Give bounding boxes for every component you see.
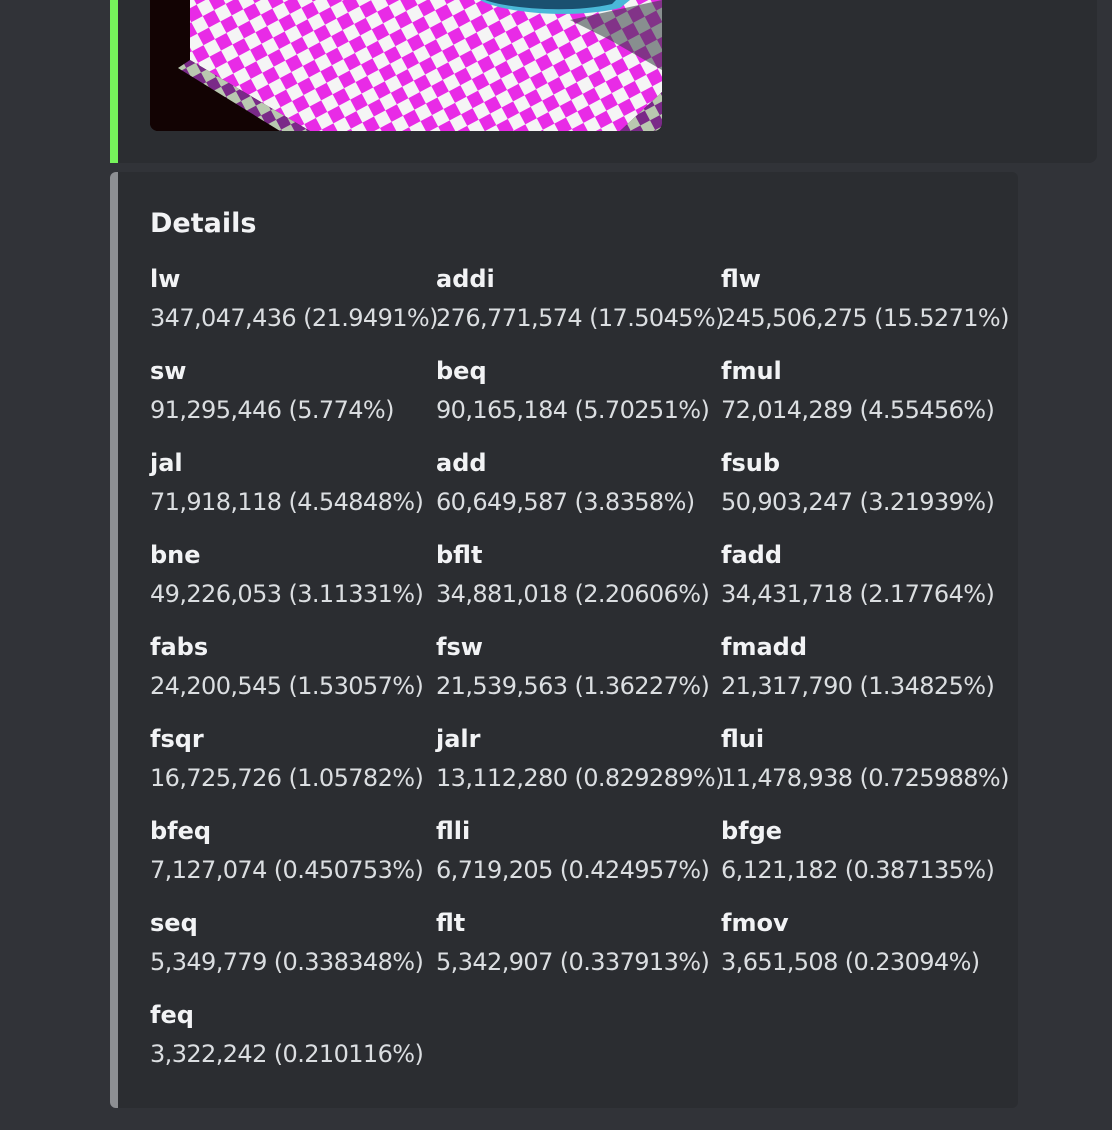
field-lw: lw 347,047,436 (21.9491%) bbox=[150, 264, 438, 333]
field-bfeq: bfeq 7,127,074 (0.450753%) bbox=[150, 816, 435, 885]
field-bne: bne 49,226,053 (3.11331%) bbox=[150, 540, 435, 609]
field-name: feq bbox=[150, 1001, 194, 1029]
field-value: 5,349,779 (0.338348%) bbox=[150, 948, 424, 976]
field-value: 72,014,289 (4.55456%) bbox=[721, 396, 995, 424]
field-value: 3,651,508 (0.23094%) bbox=[721, 948, 980, 976]
field-value: 21,539,563 (1.36227%) bbox=[436, 672, 710, 700]
field-value: 13,112,280 (0.829289%) bbox=[436, 764, 724, 792]
field-feq: feq 3,322,242 (0.210116%) bbox=[150, 1000, 435, 1069]
field-name: add bbox=[436, 449, 487, 477]
field-flui: flui 11,478,938 (0.725988%) bbox=[721, 724, 1009, 793]
field-value: 6,121,182 (0.387135%) bbox=[721, 856, 995, 884]
field-name: jal bbox=[150, 449, 183, 477]
field-value: 5,342,907 (0.337913%) bbox=[436, 948, 710, 976]
field-fadd: fadd 34,431,718 (2.17764%) bbox=[721, 540, 1006, 609]
field-addi: addi 276,771,574 (17.5045%) bbox=[436, 264, 724, 333]
field-flli: flli 6,719,205 (0.424957%) bbox=[436, 816, 721, 885]
field-beq: beq 90,165,184 (5.70251%) bbox=[436, 356, 721, 425]
field-flt: flt 5,342,907 (0.337913%) bbox=[436, 908, 721, 977]
field-value: 91,295,446 (5.774%) bbox=[150, 396, 394, 424]
field-name: flt bbox=[436, 909, 466, 937]
field-fmov: fmov 3,651,508 (0.23094%) bbox=[721, 908, 1006, 977]
field-value: 34,881,018 (2.20606%) bbox=[436, 580, 710, 608]
field-name: fsqr bbox=[150, 725, 204, 753]
rendered-scene-image[interactable] bbox=[150, 0, 662, 131]
field-value: 21,317,790 (1.34825%) bbox=[721, 672, 995, 700]
field-name: bfeq bbox=[150, 817, 212, 845]
field-name: beq bbox=[436, 357, 487, 385]
field-fmul: fmul 72,014,289 (4.55456%) bbox=[721, 356, 1006, 425]
field-fabs: fabs 24,200,545 (1.53057%) bbox=[150, 632, 435, 701]
field-value: 49,226,053 (3.11331%) bbox=[150, 580, 424, 608]
field-name: bne bbox=[150, 541, 201, 569]
field-name: fadd bbox=[721, 541, 782, 569]
field-fmadd: fmadd 21,317,790 (1.34825%) bbox=[721, 632, 1006, 701]
details-title: Details bbox=[150, 208, 257, 239]
field-fsw: fsw 21,539,563 (1.36227%) bbox=[436, 632, 721, 701]
field-jal: jal 71,918,118 (4.54848%) bbox=[150, 448, 435, 517]
field-name: sw bbox=[150, 357, 187, 385]
field-jalr: jalr 13,112,280 (0.829289%) bbox=[436, 724, 724, 793]
details-embed: Details lw 347,047,436 (21.9491%) addi 276,… bbox=[110, 172, 1018, 1108]
field-add: add 60,649,587 (3.8358%) bbox=[436, 448, 721, 517]
field-value: 245,506,275 (15.5271%) bbox=[721, 304, 1009, 332]
field-value: 276,771,574 (17.5045%) bbox=[436, 304, 724, 332]
field-value: 3,322,242 (0.210116%) bbox=[150, 1040, 424, 1068]
field-bflt: bflt 34,881,018 (2.20606%) bbox=[436, 540, 721, 609]
field-value: 16,725,726 (1.05782%) bbox=[150, 764, 424, 792]
field-seq: seq 5,349,779 (0.338348%) bbox=[150, 908, 435, 977]
field-name: jalr bbox=[436, 725, 481, 753]
field-name: bfge bbox=[721, 817, 783, 845]
field-value: 11,478,938 (0.725988%) bbox=[721, 764, 1009, 792]
field-name: seq bbox=[150, 909, 198, 937]
field-name: fmadd bbox=[721, 633, 808, 661]
field-value: 50,903,247 (3.21939%) bbox=[721, 488, 995, 516]
field-name: addi bbox=[436, 265, 495, 293]
field-value: 60,649,587 (3.8358%) bbox=[436, 488, 695, 516]
field-name: fmov bbox=[721, 909, 789, 937]
rendered-scene-picture bbox=[150, 0, 662, 131]
field-name: fmul bbox=[721, 357, 782, 385]
field-value: 7,127,074 (0.450753%) bbox=[150, 856, 424, 884]
field-fsqr: fsqr 16,725,726 (1.05782%) bbox=[150, 724, 435, 793]
field-name: flli bbox=[436, 817, 471, 845]
field-bfge: bfge 6,121,182 (0.387135%) bbox=[721, 816, 1006, 885]
field-name: fsw bbox=[436, 633, 483, 661]
field-name: bflt bbox=[436, 541, 483, 569]
field-flw: flw 245,506,275 (15.5271%) bbox=[721, 264, 1009, 333]
field-value: 24,200,545 (1.53057%) bbox=[150, 672, 424, 700]
field-value: 347,047,436 (21.9491%) bbox=[150, 304, 438, 332]
field-fsub: fsub 50,903,247 (3.21939%) bbox=[721, 448, 1006, 517]
image-embed bbox=[110, 0, 1097, 163]
field-value: 34,431,718 (2.17764%) bbox=[721, 580, 995, 608]
field-name: flw bbox=[721, 265, 761, 293]
field-name: fabs bbox=[150, 633, 209, 661]
field-value: 71,918,118 (4.54848%) bbox=[150, 488, 424, 516]
field-value: 90,165,184 (5.70251%) bbox=[436, 396, 710, 424]
field-name: fsub bbox=[721, 449, 780, 477]
field-value: 6,719,205 (0.424957%) bbox=[436, 856, 710, 884]
field-sw: sw 91,295,446 (5.774%) bbox=[150, 356, 435, 425]
field-name: flui bbox=[721, 725, 765, 753]
field-name: lw bbox=[150, 265, 181, 293]
